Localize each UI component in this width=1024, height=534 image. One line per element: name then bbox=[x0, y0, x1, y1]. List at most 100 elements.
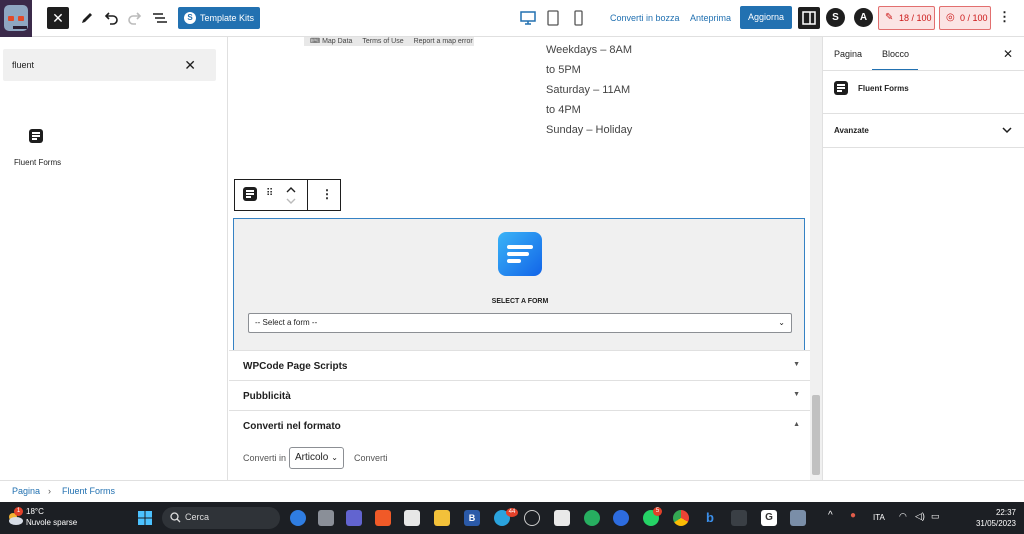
taskbar-clock[interactable]: 22:37 31/05/2023 bbox=[976, 507, 1016, 529]
battery-icon[interactable]: ▭ bbox=[931, 511, 940, 522]
advanced-panel-toggle[interactable]: Avanzate bbox=[834, 126, 869, 135]
hours-line: Saturday – 11AM bbox=[546, 84, 631, 96]
drag-handle-icon[interactable]: ⠿ bbox=[266, 188, 273, 199]
bing-app-icon[interactable] bbox=[290, 510, 306, 526]
windows-start-icon[interactable] bbox=[137, 510, 153, 526]
readability-score-value: 0 / 100 bbox=[960, 13, 988, 23]
map-terms-link[interactable]: Terms of Use bbox=[362, 38, 403, 45]
switch-to-draft-button[interactable]: Converti in bozza bbox=[610, 13, 680, 23]
close-inserter-button[interactable]: ✕ bbox=[47, 7, 69, 29]
clock-date: 31/05/2023 bbox=[975, 519, 1016, 528]
canvas-scrollbar[interactable] bbox=[810, 37, 822, 480]
divider bbox=[823, 147, 1024, 148]
toggle-arrow-icon[interactable]: ▲ bbox=[793, 421, 800, 428]
convert-in-label: Converti in bbox=[243, 453, 287, 463]
astra-icon[interactable]: A bbox=[854, 8, 873, 27]
snipping-tool-icon[interactable] bbox=[554, 510, 570, 526]
breadcrumb-root[interactable]: Pagina bbox=[12, 486, 40, 496]
chevron-down-icon[interactable] bbox=[1001, 125, 1013, 135]
update-button[interactable]: Aggiorna bbox=[740, 6, 792, 29]
toggle-arrow-icon[interactable]: ▼ bbox=[793, 391, 800, 398]
options-menu-icon[interactable]: ⋮ bbox=[998, 9, 1011, 25]
breadcrumb-current[interactable]: Fluent Forms bbox=[62, 486, 115, 496]
block-options-icon[interactable]: ⋮ bbox=[321, 187, 333, 201]
tray-chevron-up-icon[interactable]: ^ bbox=[828, 510, 833, 521]
search-icon bbox=[170, 512, 181, 523]
redo-icon[interactable] bbox=[126, 9, 144, 27]
block-search-field[interactable]: fluent ✕ bbox=[3, 49, 216, 81]
map-report-link[interactable]: Report a map error bbox=[414, 38, 473, 45]
weather-badge: 1 bbox=[14, 507, 23, 516]
weather-desc: Nuvole sparse bbox=[26, 518, 78, 527]
post-type-select[interactable]: Articolo ⌄ bbox=[289, 447, 344, 469]
block-type-icon[interactable] bbox=[243, 187, 257, 201]
windows-taskbar: 1 18°C Nuvole sparse Cerca B 44 5 b G ^ … bbox=[0, 502, 1024, 534]
terminal-icon[interactable] bbox=[731, 510, 747, 526]
seo-score-badge[interactable]: ✎ 18 / 100 bbox=[878, 6, 935, 30]
google-app-icon[interactable]: G bbox=[761, 510, 777, 526]
clock-app-icon[interactable] bbox=[524, 510, 540, 526]
spectra-icon[interactable]: S bbox=[826, 8, 845, 27]
metabox-wpcode[interactable]: WPCode Page Scripts ▼ bbox=[229, 350, 810, 380]
readability-score-badge[interactable]: ◎ 0 / 100 bbox=[939, 6, 991, 30]
scrollbar-thumb[interactable] bbox=[812, 395, 820, 475]
site-logo[interactable] bbox=[0, 0, 32, 37]
close-sidebar-icon[interactable]: ✕ bbox=[1003, 47, 1013, 61]
microsoft-store-icon[interactable] bbox=[404, 510, 420, 526]
bing-icon[interactable]: b bbox=[702, 510, 718, 526]
clock-time: 22:37 bbox=[995, 508, 1016, 517]
teams-chat-icon[interactable] bbox=[346, 510, 362, 526]
toggle-arrow-icon[interactable]: ▼ bbox=[793, 361, 800, 368]
map-data-link[interactable]: Map Data bbox=[322, 38, 352, 45]
form-select[interactable]: -- Select a form -- ⌄ bbox=[248, 313, 792, 333]
form-select-value: -- Select a form -- bbox=[255, 318, 318, 327]
hours-line: to 4PM bbox=[546, 104, 581, 116]
file-explorer-icon[interactable] bbox=[434, 510, 450, 526]
tablet-preview-icon[interactable] bbox=[544, 9, 562, 27]
preview-button[interactable]: Anteprima bbox=[690, 13, 731, 23]
taskbar-search-label: Cerca bbox=[185, 512, 210, 522]
document-overview-icon[interactable] bbox=[151, 9, 169, 27]
block-card-title: Fluent Forms bbox=[858, 84, 909, 93]
zoom-icon[interactable] bbox=[613, 510, 629, 526]
volume-icon[interactable]: ◁) bbox=[915, 511, 925, 522]
taskbar-search[interactable]: Cerca bbox=[162, 507, 280, 529]
wifi-icon[interactable]: ◠ bbox=[899, 511, 907, 522]
brave-browser-icon[interactable] bbox=[375, 510, 391, 526]
tab-page[interactable]: Pagina bbox=[834, 49, 862, 59]
metabox-converti[interactable]: Converti nel formato ▲ bbox=[229, 410, 810, 440]
settings-toggle-button[interactable] bbox=[798, 7, 820, 29]
convert-button[interactable]: Converti bbox=[354, 453, 388, 463]
select-form-label: SELECT A FORM bbox=[491, 298, 549, 305]
move-up-down-icon[interactable] bbox=[285, 184, 297, 206]
metabox-pubblicita[interactable]: Pubblicità ▼ bbox=[229, 380, 810, 410]
pencil-icon[interactable] bbox=[78, 9, 96, 27]
template-kits-button[interactable]: S Template Kits bbox=[178, 7, 260, 29]
telegram-badge: 44 bbox=[506, 508, 518, 517]
undo-icon[interactable] bbox=[102, 9, 120, 27]
language-indicator[interactable]: ITA bbox=[873, 513, 885, 522]
sidebar-icon bbox=[802, 11, 816, 25]
desktop-preview-icon[interactable] bbox=[519, 9, 537, 27]
clear-search-icon[interactable]: ✕ bbox=[184, 57, 196, 74]
seo-score-icon: ✎ bbox=[885, 12, 894, 23]
calculator-icon[interactable] bbox=[790, 510, 806, 526]
task-view-icon[interactable] bbox=[318, 510, 334, 526]
microphone-icon[interactable]: ● bbox=[850, 510, 856, 521]
fluent-forms-block[interactable]: SELECT A FORM -- Select a form -- ⌄ bbox=[233, 218, 805, 351]
whatsapp-badge: 5 bbox=[653, 507, 662, 516]
green-app-icon[interactable] bbox=[584, 510, 600, 526]
b-app-icon[interactable]: B bbox=[464, 510, 480, 526]
mobile-preview-icon[interactable] bbox=[569, 9, 587, 27]
readability-score-icon: ◎ bbox=[946, 12, 955, 23]
metabox-title: WPCode Page Scripts bbox=[243, 361, 348, 372]
chrome-icon[interactable] bbox=[673, 510, 689, 526]
map-attribution: ⌨ Map Data Terms of Use Report a map err… bbox=[304, 37, 474, 46]
divider bbox=[823, 113, 1024, 114]
tab-block[interactable]: Blocco bbox=[882, 49, 909, 59]
metabox-title: Pubblicità bbox=[243, 391, 291, 402]
block-search-input[interactable]: fluent bbox=[12, 60, 34, 70]
editor-toolbar: ✕ S Template Kits Converti in bozza Antep… bbox=[0, 0, 1024, 37]
breadcrumb: Pagina › Fluent Forms bbox=[0, 480, 1024, 502]
fluent-forms-icon bbox=[29, 129, 43, 143]
